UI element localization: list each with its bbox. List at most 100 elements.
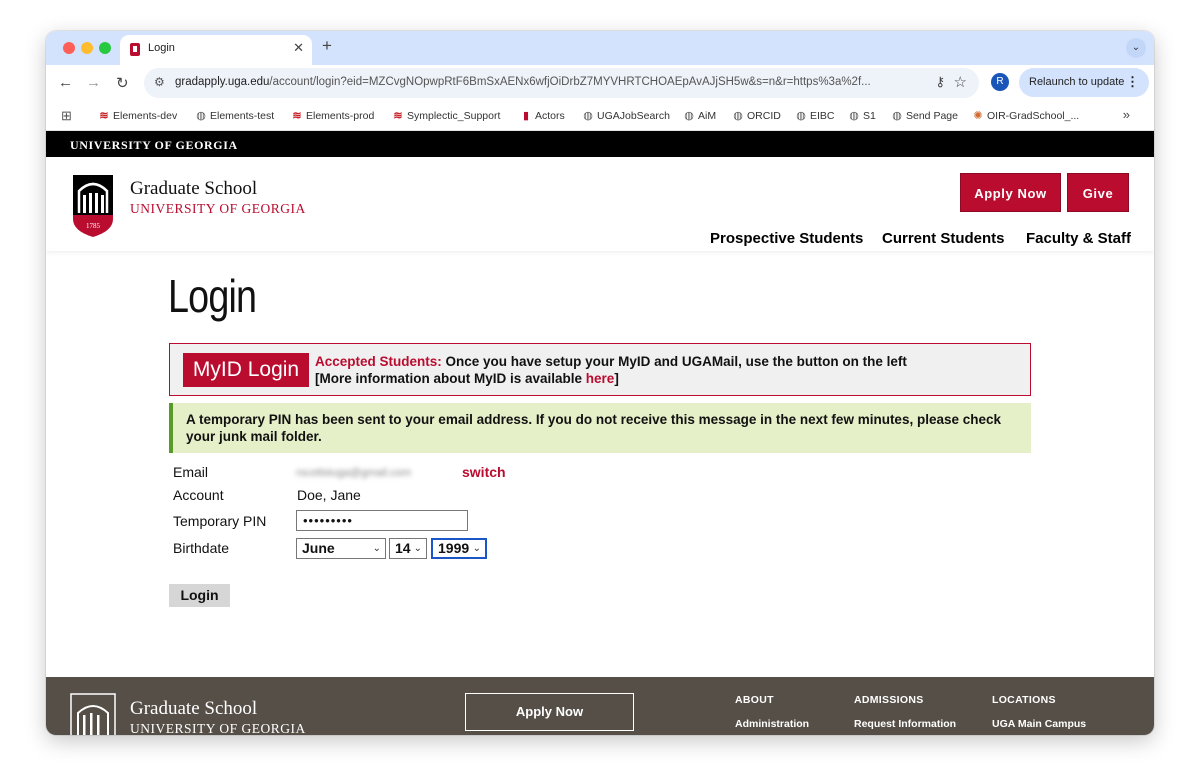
new-tab-button[interactable]: +: [322, 36, 332, 56]
birth-year-select[interactable]: 1999 ⌄: [431, 538, 487, 559]
myid-info-text: Accepted Students: Once you have setup y…: [315, 353, 907, 387]
minimize-window-button[interactable]: [81, 42, 93, 54]
brand-title[interactable]: Graduate School: [130, 178, 257, 200]
more-info-prefix: [More information about MyID is availabl…: [315, 371, 586, 386]
birth-year-value: 1999: [438, 540, 470, 556]
more-bookmarks-icon[interactable]: »: [1123, 107, 1130, 122]
bookmark-star-icon[interactable]: ☆: [954, 73, 967, 91]
myid-info-link[interactable]: here: [586, 371, 615, 386]
login-submit-button[interactable]: Login: [169, 584, 230, 607]
page-title: Login: [168, 270, 257, 322]
uga-arch-logo[interactable]: 1785: [71, 175, 115, 239]
globe-icon: ◍: [196, 110, 206, 122]
footer-link-request-information[interactable]: Request Information: [854, 718, 956, 730]
relaunch-label: Relaunch to update: [1029, 76, 1125, 88]
uga-top-bar: UNIVERSITY OF GEORGIA: [46, 131, 1154, 157]
url-text[interactable]: gradapply.uga.edu/account/login?eid=MZCv…: [175, 76, 871, 88]
nav-faculty-staff[interactable]: Faculty & Staff: [1026, 230, 1131, 247]
bookmark-item[interactable]: ◍ Elements-test: [195, 109, 274, 122]
account-value: Doe, Jane: [297, 487, 361, 503]
email-value: rscottstuga@gmail.com: [296, 467, 412, 479]
myid-info-box: MyID Login Accepted Students: Once you h…: [169, 343, 1031, 396]
symplectic-icon: ≋: [292, 110, 302, 122]
accepted-students-text: Once you have setup your MyID and UGAMai…: [441, 354, 907, 369]
brand-subtitle[interactable]: UNIVERSITY OF GEORGIA: [130, 201, 306, 217]
uga-shield-icon: ▮: [522, 110, 530, 122]
footer-link-main-campus[interactable]: UGA Main Campus: [992, 718, 1086, 730]
browser-tab[interactable]: Login ✕: [120, 35, 312, 65]
tab-title: Login: [148, 42, 175, 54]
address-bar[interactable]: ⚙ gradapply.uga.edu/account/login?eid=MZ…: [144, 68, 979, 98]
oir-icon: ✺: [973, 110, 983, 122]
web-page: UNIVERSITY OF GEORGIA 1785 Graduate Scho…: [46, 131, 1154, 735]
back-arrow-icon[interactable]: ←: [58, 74, 73, 91]
globe-icon: ◍: [892, 110, 902, 122]
temporary-pin-input[interactable]: •••••••••: [296, 510, 468, 531]
birth-day-value: 14: [395, 540, 411, 556]
bookmark-item[interactable]: ◍ UGAJobSearch: [582, 109, 670, 122]
globe-icon: ◍: [796, 110, 806, 122]
footer-brand-title[interactable]: Graduate School: [130, 698, 257, 720]
bookmark-item[interactable]: ≋ Symplectic_Support: [392, 109, 500, 122]
bookmarks-bar: ⊞ ≋ Elements-dev ◍ Elements-test ≋ Elements…: [46, 101, 1154, 131]
apply-now-button[interactable]: Apply Now: [960, 173, 1061, 212]
footer-brand-subtitle[interactable]: UNIVERSITY OF GEORGIA: [130, 721, 306, 735]
globe-icon: ◍: [849, 110, 859, 122]
browser-window: Login ✕ + ⌄ ← → ↻ ⚙ gradapply.uga.edu/ac…: [46, 31, 1154, 735]
bookmark-item[interactable]: ≋ Elements-prod: [291, 109, 374, 122]
switch-link[interactable]: switch: [462, 464, 506, 480]
temporary-pin-label: Temporary PIN: [173, 513, 267, 529]
maximize-window-button[interactable]: [99, 42, 111, 54]
account-label: Account: [173, 487, 224, 503]
relaunch-button[interactable]: Relaunch to update ⋮: [1019, 68, 1149, 97]
chevron-down-icon: ⌄: [413, 543, 422, 554]
birthdate-label: Birthdate: [173, 540, 230, 556]
bookmark-item[interactable]: ✺ OIR-GradSchool_...: [972, 109, 1079, 122]
bookmark-item[interactable]: ≋ Elements-dev: [98, 109, 177, 122]
close-window-button[interactable]: [63, 42, 75, 54]
myid-login-button[interactable]: MyID Login: [183, 353, 309, 387]
symplectic-icon: ≋: [393, 110, 403, 122]
profile-avatar[interactable]: R: [991, 73, 1009, 91]
reload-icon[interactable]: ↻: [116, 74, 129, 92]
bookmark-item[interactable]: ◍ AiM: [683, 109, 716, 122]
give-button[interactable]: Give: [1067, 173, 1129, 212]
forward-arrow-icon[interactable]: →: [86, 74, 101, 91]
bookmark-item[interactable]: ▮ Actors: [520, 109, 565, 122]
footer-admissions-heading: ADMISSIONS: [854, 694, 924, 706]
uga-bar-link[interactable]: UNIVERSITY OF GEORGIA: [70, 138, 238, 153]
pin-sent-notice: A temporary PIN has been sent to your em…: [169, 403, 1031, 453]
bookmark-item[interactable]: ◍ EIBC: [795, 109, 834, 122]
uga-favicon-icon: [130, 43, 140, 56]
password-key-icon[interactable]: ⚷: [935, 74, 945, 90]
accepted-students-label: Accepted Students:: [315, 354, 442, 369]
tab-close-icon[interactable]: ✕: [293, 40, 304, 56]
footer-locations-heading: LOCATIONS: [992, 694, 1056, 706]
birth-month-select[interactable]: June ⌄: [296, 538, 386, 559]
logo-year: 1785: [86, 222, 101, 230]
footer-arch-logo[interactable]: [70, 693, 116, 735]
more-info-suffix: ]: [614, 371, 619, 386]
apps-grid-icon[interactable]: ⊞: [61, 108, 72, 124]
footer-apply-now-button[interactable]: Apply Now: [465, 693, 634, 731]
site-settings-icon[interactable]: ⚙: [154, 75, 165, 89]
more-menu-icon[interactable]: ⋮: [1126, 74, 1139, 90]
globe-icon: ◍: [583, 110, 593, 122]
nav-prospective-students[interactable]: Prospective Students: [710, 230, 863, 247]
site-header: 1785 Graduate School UNIVERSITY OF GEORG…: [46, 157, 1154, 251]
bookmark-item[interactable]: ◍ ORCID: [732, 109, 781, 122]
bookmark-item[interactable]: ◍ Send Page: [891, 109, 958, 122]
tab-strip: Login ✕ + ⌄: [46, 31, 1154, 65]
tab-search-chevron-icon[interactable]: ⌄: [1126, 38, 1146, 58]
symplectic-icon: ≋: [99, 110, 109, 122]
globe-icon: ◍: [684, 110, 694, 122]
email-label: Email: [173, 464, 209, 480]
nav-current-students[interactable]: Current Students: [882, 230, 1005, 247]
globe-icon: ◍: [733, 110, 743, 122]
site-footer: Graduate School UNIVERSITY OF GEORGIA Ap…: [46, 677, 1154, 735]
bookmark-item[interactable]: ◍ S1: [848, 109, 876, 122]
browser-toolbar: ← → ↻ ⚙ gradapply.uga.edu/account/login?…: [46, 65, 1154, 101]
chevron-down-icon: ⌄: [472, 543, 481, 554]
birth-day-select[interactable]: 14 ⌄: [389, 538, 427, 559]
footer-link-administration[interactable]: Administration: [735, 718, 809, 730]
